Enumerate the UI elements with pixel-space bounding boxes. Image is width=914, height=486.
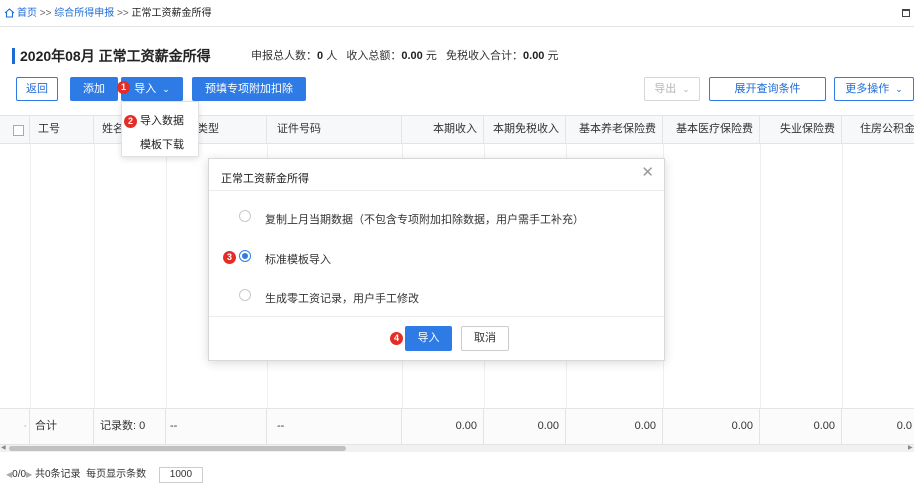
prefill-deduction-button[interactable]: 预填专项附加扣除 (192, 77, 306, 101)
scroll-right-icon[interactable]: ▶ (908, 445, 913, 452)
column-divider (94, 144, 95, 408)
total-records: 共0条记录 (35, 469, 81, 480)
menu-item-template-download[interactable]: 模板下载 (140, 136, 184, 152)
radio-copy-last-month[interactable] (239, 210, 251, 222)
expand-query-button[interactable]: 展开查询条件 (709, 77, 826, 101)
top-bar: 首页 >> 综合所得申报 >> 正常工资薪金所得 (0, 0, 914, 27)
summary-unit: 元 (425, 50, 437, 62)
breadcrumb-current: 正常工资薪金所得 (131, 8, 212, 19)
dialog-import-button[interactable]: 导入 (405, 326, 452, 351)
more-actions-button[interactable]: 更多操作 ⌄ (834, 77, 914, 101)
select-all-cell (0, 116, 30, 143)
column-divider (166, 144, 167, 408)
breadcrumb-home[interactable]: 首页 (17, 8, 37, 19)
step-badge: 1 (117, 81, 130, 94)
chevron-down-icon: ⌄ (895, 84, 903, 94)
column-header[interactable]: 失业保险费 (760, 116, 842, 143)
dialog-footer-divider (209, 316, 664, 317)
back-button[interactable]: 返回 (16, 77, 58, 101)
pagination: ◀0/0▶ 共0条记录 每页显示条数 1000 (6, 467, 203, 483)
select-all-checkbox[interactable] (13, 125, 24, 136)
total-label: 合计 (30, 409, 94, 444)
title-accent-bar (12, 48, 15, 64)
column-header[interactable]: 住房公积金 (842, 116, 914, 143)
restore-window-icon[interactable] (902, 9, 910, 17)
breadcrumb-comprehensive-income[interactable]: 综合所得申报 (54, 8, 114, 19)
breadcrumb-separator: >> (117, 8, 129, 19)
column-divider (30, 144, 31, 408)
summary-stats: 申报总人数：0 人 收入总额：0.00 元 免税收入合计：0.00 元 (251, 50, 559, 63)
option-copy-last-month[interactable]: 复制上月当期数据（不包含专项附加扣除数据，用户需手工补充） (265, 211, 584, 227)
option-standard-template[interactable]: 标准模板导入 (265, 251, 331, 267)
column-header[interactable]: 证件号码 (267, 116, 402, 143)
page-size-input[interactable]: 1000 (158, 467, 203, 483)
column-header[interactable]: 工号 (30, 116, 94, 143)
summary-value-headcount: 0 (317, 50, 324, 62)
summary-label-income: 收入总额： (346, 50, 402, 62)
radio-standard-template[interactable] (239, 250, 251, 262)
total-cell: 0.00 (566, 409, 663, 444)
summary-value-taxfree: 0.00 (523, 50, 545, 62)
total-cell: 0.00 (402, 409, 484, 444)
column-divider (842, 144, 843, 408)
more-actions-label: 更多操作 (845, 83, 890, 95)
home-icon[interactable] (4, 8, 15, 18)
dialog-title: 正常工资薪金所得 (221, 173, 309, 185)
chevron-down-icon: ⌄ (682, 84, 690, 94)
import-dialog: 正常工资薪金所得 ✕ 复制上月当期数据（不包含专项附加扣除数据，用户需手工补充）… (208, 158, 665, 361)
next-page-icon[interactable]: ▶ (26, 470, 32, 479)
column-header[interactable]: 本期收入 (402, 116, 484, 143)
radio-zero-salary[interactable] (239, 289, 251, 301)
breadcrumb-separator: >> (39, 8, 52, 19)
breadcrumb: 首页 >> 综合所得申报 >> 正常工资薪金所得 (17, 8, 212, 20)
total-cell: 0.00 (484, 409, 566, 444)
scroll-left-icon[interactable]: ◀ (1, 445, 6, 452)
column-divider (760, 144, 761, 408)
column-header[interactable]: 基本医疗保险费 (663, 116, 760, 143)
record-count: 记录数: 0 (94, 409, 166, 444)
horizontal-scrollbar[interactable]: ◀ ▶ (0, 445, 914, 452)
page-range: 0/0 (12, 469, 27, 480)
page-title: 2020年08月 正常工资薪金所得 (20, 48, 211, 64)
per-page-label: 每页显示条数 (86, 469, 147, 480)
export-button[interactable]: 导出 ⌄ (644, 77, 700, 101)
add-button[interactable]: 添加 (70, 77, 118, 101)
total-cell: -- (267, 409, 402, 444)
import-button-label: 导入 (134, 83, 157, 95)
summary-unit: 人 (326, 50, 338, 62)
step-badge: 3 (223, 251, 236, 264)
import-dropdown-button[interactable]: 导入 ⌄ (121, 77, 183, 101)
close-icon[interactable]: ✕ (641, 165, 654, 181)
summary-unit: 元 (547, 50, 559, 62)
total-cell: 0.00 (760, 409, 842, 444)
dialog-header: 正常工资薪金所得 ✕ (209, 159, 664, 191)
total-cell: 0.00 (663, 409, 760, 444)
export-button-label: 导出 (654, 83, 677, 95)
summary-label-taxfree: 免税收入合计： (446, 50, 524, 62)
total-cell: -- (166, 409, 267, 444)
row-marker: · (0, 409, 30, 444)
total-cell: 0.0 (896, 420, 912, 432)
column-header[interactable]: 本期免税收入 (484, 116, 566, 143)
column-header[interactable]: 基本养老保险费 (566, 116, 663, 143)
dialog-cancel-button[interactable]: 取消 (461, 326, 509, 351)
menu-item-import-data[interactable]: 导入数据 (140, 112, 184, 128)
step-badge: 2 (124, 115, 137, 128)
table-total-row: · 合计 记录数: 0 -- -- 0.00 0.00 0.00 0.00 0.… (0, 408, 914, 445)
summary-value-income: 0.00 (401, 50, 423, 62)
scrollbar-thumb[interactable] (9, 446, 346, 451)
step-badge: 4 (390, 332, 403, 345)
import-dropdown-menu: 导入数据 模板下载 (121, 101, 199, 157)
chevron-down-icon: ⌄ (162, 84, 170, 94)
option-zero-salary[interactable]: 生成零工资记录，用户手工修改 (265, 290, 419, 306)
summary-label-headcount: 申报总人数： (251, 50, 317, 62)
